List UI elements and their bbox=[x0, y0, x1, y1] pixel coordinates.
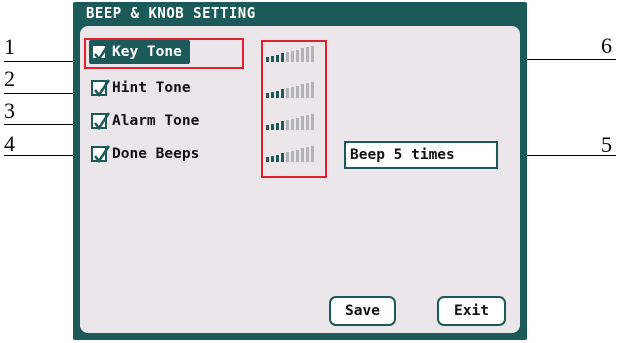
volume-segment-empty bbox=[301, 116, 304, 130]
alarm-tone-checkbox[interactable] bbox=[91, 112, 110, 131]
alarm-tone-volume-slider[interactable] bbox=[266, 114, 322, 130]
volume-segment-filled bbox=[276, 123, 279, 130]
volume-segment-filled bbox=[281, 121, 284, 130]
volume-segment-filled bbox=[271, 156, 274, 162]
key-tone-label: Key Tone bbox=[112, 44, 182, 60]
volume-segment-empty bbox=[301, 84, 304, 98]
volume-segment-filled bbox=[271, 92, 274, 98]
option-key-tone[interactable]: Key Tone bbox=[89, 40, 190, 64]
volume-segment-empty bbox=[301, 48, 304, 62]
volume-segment-empty bbox=[301, 148, 304, 162]
key-tone-checkbox[interactable] bbox=[91, 43, 110, 62]
option-alarm-tone[interactable]: Alarm Tone bbox=[91, 109, 199, 133]
done-beeps-volume-slider[interactable] bbox=[266, 146, 322, 162]
volume-segment-filled bbox=[266, 57, 269, 62]
hint-tone-label: Hint Tone bbox=[112, 80, 191, 96]
volume-segment-empty bbox=[311, 114, 314, 130]
volume-segment-empty bbox=[286, 52, 289, 62]
volume-segment-empty bbox=[311, 82, 314, 98]
screen-title: BEEP & KNOB SETTING bbox=[86, 5, 256, 23]
done-beeps-count-field[interactable]: Beep 5 times bbox=[344, 141, 498, 169]
volume-segment-empty bbox=[296, 50, 299, 62]
checkmark-icon bbox=[94, 79, 110, 98]
save-button[interactable]: Save bbox=[329, 296, 396, 326]
callout-number-3: 3 bbox=[4, 98, 15, 123]
option-hint-tone[interactable]: Hint Tone bbox=[91, 76, 191, 100]
alarm-tone-label: Alarm Tone bbox=[112, 113, 200, 129]
volume-segment-empty bbox=[296, 150, 299, 162]
option-done-beeps[interactable]: Done Beeps bbox=[91, 142, 199, 166]
hint-tone-volume-slider[interactable] bbox=[266, 82, 322, 98]
volume-segment-empty bbox=[286, 88, 289, 98]
volume-segment-empty bbox=[306, 47, 309, 62]
volume-segment-empty bbox=[291, 119, 294, 130]
done-beeps-label: Done Beeps bbox=[112, 146, 200, 162]
callout-number-4: 4 bbox=[4, 131, 15, 156]
volume-segment-empty bbox=[296, 86, 299, 98]
checkmark-icon bbox=[94, 43, 110, 62]
volume-segment-empty bbox=[286, 152, 289, 162]
callout-number-1: 1 bbox=[4, 34, 15, 59]
callout-number-6: 6 bbox=[601, 33, 612, 58]
volume-segment-empty bbox=[291, 87, 294, 98]
volume-segment-filled bbox=[276, 55, 279, 62]
volume-segment-filled bbox=[281, 89, 284, 98]
volume-segment-empty bbox=[311, 46, 314, 62]
volume-segment-empty bbox=[311, 146, 314, 162]
hint-tone-checkbox[interactable] bbox=[91, 79, 110, 98]
volume-segment-empty bbox=[296, 118, 299, 130]
volume-segment-filled bbox=[266, 125, 269, 130]
callout-number-2: 2 bbox=[4, 66, 15, 91]
volume-segment-filled bbox=[276, 91, 279, 98]
volume-segment-empty bbox=[291, 51, 294, 62]
done-beeps-checkbox[interactable] bbox=[91, 145, 110, 164]
callout-number-5: 5 bbox=[601, 132, 612, 157]
volume-segment-empty bbox=[306, 147, 309, 162]
volume-segment-filled bbox=[276, 155, 279, 162]
volume-segment-filled bbox=[271, 56, 274, 62]
key-tone-volume-slider[interactable] bbox=[266, 46, 322, 62]
volume-segment-filled bbox=[281, 53, 284, 62]
settings-panel bbox=[80, 26, 520, 333]
volume-segment-empty bbox=[291, 151, 294, 162]
volume-segment-empty bbox=[286, 120, 289, 130]
volume-segment-filled bbox=[281, 153, 284, 162]
volume-segment-filled bbox=[266, 157, 269, 162]
volume-segment-filled bbox=[266, 93, 269, 98]
volume-segment-filled bbox=[271, 124, 274, 130]
exit-button[interactable]: Exit bbox=[437, 296, 506, 326]
checkmark-icon bbox=[94, 145, 110, 164]
volume-segment-empty bbox=[306, 115, 309, 130]
checkmark-icon bbox=[94, 112, 110, 131]
volume-segment-empty bbox=[306, 83, 309, 98]
